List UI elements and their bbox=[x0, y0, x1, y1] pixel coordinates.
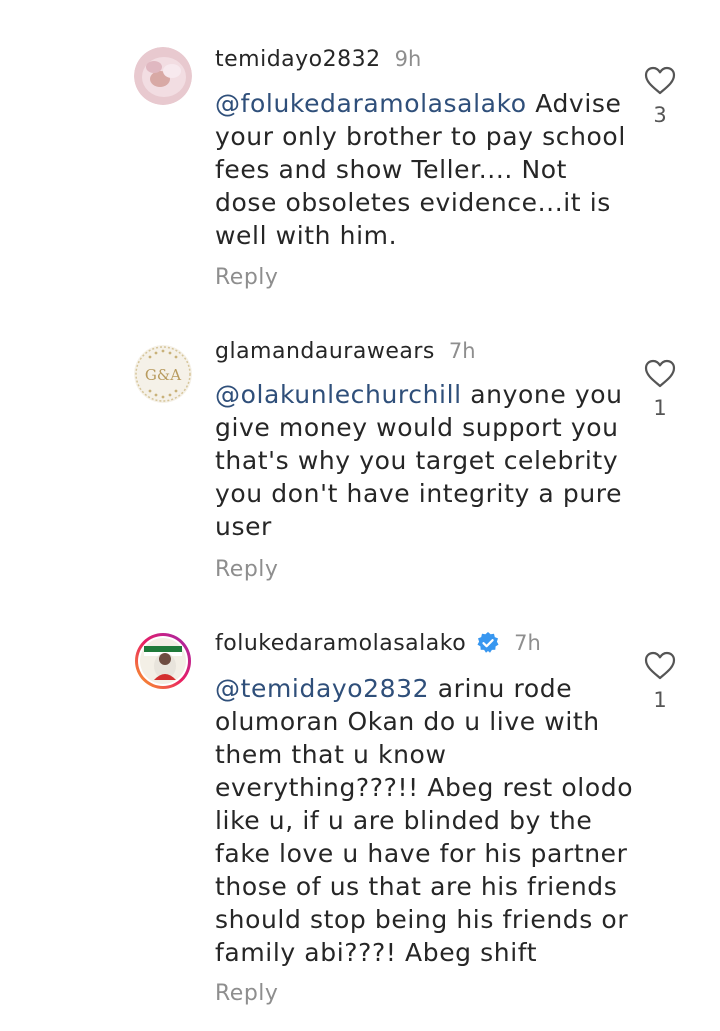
mention-link[interactable]: @folukedaramolasalako bbox=[215, 89, 527, 118]
like-control: 3 bbox=[643, 66, 677, 127]
heart-icon[interactable] bbox=[643, 359, 677, 388]
timestamp: 7h bbox=[514, 631, 541, 655]
mention-link[interactable]: @olakunlechurchill bbox=[215, 380, 462, 409]
avatar[interactable] bbox=[134, 632, 192, 690]
like-count: 3 bbox=[653, 103, 667, 127]
reply-button[interactable]: Reply bbox=[215, 265, 278, 290]
verified-badge-icon bbox=[476, 631, 500, 655]
comment-text: @folukedaramolasalako Advise your only b… bbox=[215, 87, 635, 252]
mention-link[interactable]: @temidayo2832 bbox=[215, 674, 429, 703]
reply-button[interactable]: Reply bbox=[215, 981, 278, 1006]
comment-text: @olakunlechurchill anyone you give money… bbox=[215, 378, 635, 543]
like-count: 1 bbox=[653, 396, 667, 420]
reply-button[interactable]: Reply bbox=[215, 557, 278, 582]
timestamp: 9h bbox=[394, 47, 422, 71]
avatar[interactable]: G&A bbox=[134, 345, 192, 403]
like-control: 1 bbox=[643, 359, 677, 420]
timestamp: 7h bbox=[448, 339, 476, 363]
like-count: 1 bbox=[653, 688, 667, 712]
username[interactable]: glamandaurawears bbox=[215, 339, 435, 364]
heart-icon[interactable] bbox=[643, 651, 677, 680]
username[interactable]: folukedaramolasalako bbox=[215, 631, 466, 656]
comment-body: arinu rode olumoran Okan do u live with … bbox=[215, 674, 634, 967]
heart-icon[interactable] bbox=[643, 66, 677, 95]
comment-text: @temidayo2832 arinu rode olumoran Okan d… bbox=[215, 672, 635, 969]
avatar[interactable] bbox=[134, 47, 192, 105]
username[interactable]: temidayo2832 bbox=[215, 47, 381, 72]
like-control: 1 bbox=[643, 651, 677, 712]
brand-logo-text: G&A bbox=[145, 366, 181, 384]
